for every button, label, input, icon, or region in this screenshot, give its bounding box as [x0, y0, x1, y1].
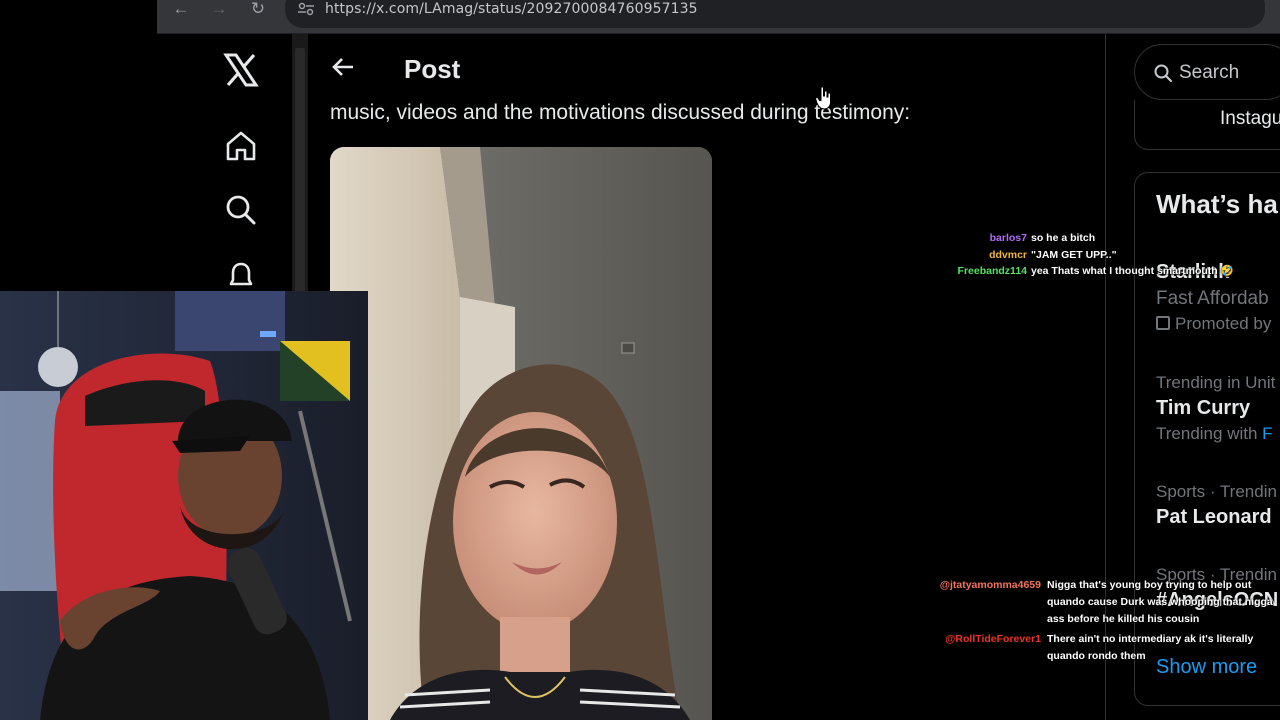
- browser-forward-button[interactable]: →: [207, 0, 231, 18]
- trend-name: Tim Curry: [1156, 397, 1251, 419]
- search-input[interactable]: Search: [1134, 44, 1280, 100]
- chat-text-line: quando rondo them: [1047, 650, 1146, 662]
- back-arrow-icon[interactable]: [330, 54, 356, 80]
- url-text: https://x.com/LAmag/status/2092700084760…: [325, 1, 698, 17]
- x-logo-icon[interactable]: [223, 52, 259, 88]
- chat-text-line: Nigga that's young boy trying to help ou…: [1047, 579, 1252, 591]
- chat-message: ddvmcr "JAM GET UPP..": [960, 247, 1117, 264]
- trending-heading: What’s ha: [1156, 189, 1278, 219]
- trend-name: Pat Leonard: [1156, 506, 1272, 528]
- promo-text: Instagu: [1220, 108, 1280, 129]
- chat-message: barlos7 so he a bitch: [960, 230, 1096, 247]
- mouse-cursor-icon: [815, 86, 833, 110]
- promoted-icon: [1156, 316, 1170, 330]
- chat-text-line: There ain't no intermediary ak it's lite…: [1047, 633, 1254, 645]
- home-icon[interactable]: [223, 128, 259, 164]
- chat-text: so he a bitch: [1031, 232, 1096, 244]
- streamer-webcam: [0, 291, 368, 720]
- chat-message: @jtatyamomma4659 Nigga that's young boy …: [940, 577, 1280, 628]
- promo-card[interactable]: Instagu: [1134, 100, 1280, 150]
- chat-message: @RollTideForever1 There ain't no interme…: [945, 631, 1280, 665]
- browser-back-button[interactable]: ←: [169, 0, 193, 18]
- trend-item[interactable]: Sports · Trendin Pat Leonard: [1156, 482, 1280, 529]
- chat-text-line: ass before he killed his cousin: [1047, 613, 1200, 625]
- notifications-bell-icon[interactable]: [223, 258, 259, 294]
- promoted-label: Promoted by: [1156, 314, 1280, 334]
- trend-description: Fast Affordab: [1156, 288, 1269, 309]
- trend-item[interactable]: Trending in Unit Tim Curry Trending with…: [1156, 373, 1280, 444]
- chat-username: Freebandz114: [957, 265, 1027, 277]
- chat-username: ddvmcr: [989, 249, 1027, 261]
- trend-meta: Trending in Unit: [1156, 373, 1276, 392]
- chat-message: Freebandz114 yea Thats what I thought sma…: [930, 263, 1234, 280]
- post-video[interactable]: [330, 147, 712, 720]
- browser-toolbar: ← → ↻ https://x.com/LAmag/status/2092700…: [157, 0, 1280, 34]
- chat-text: "JAM GET UPP..": [1031, 249, 1117, 261]
- chat-username: @RollTideForever1: [945, 633, 1041, 645]
- address-bar[interactable]: https://x.com/LAmag/status/2092700084760…: [285, 0, 1265, 28]
- chat-text-line: quando cause Durk was whooping that nigg…: [1047, 596, 1273, 608]
- promoted-text: Promoted by: [1175, 314, 1272, 333]
- trend-context: Trending with F: [1156, 424, 1280, 444]
- chat-username: barlos7: [989, 232, 1027, 244]
- main-column: Post music, videos and the motivations d…: [308, 34, 1106, 720]
- browser-reload-button[interactable]: ↻: [246, 0, 270, 18]
- post-header: Post: [308, 34, 1106, 104]
- page-title: Post: [404, 54, 461, 84]
- trend-meta: Sports · Trendin: [1156, 482, 1277, 501]
- chat-username: @jtatyamomma4659: [939, 579, 1041, 591]
- trend-context-text: Trending with: [1156, 424, 1258, 443]
- search-placeholder: Search: [1179, 62, 1240, 83]
- chat-text: yea Thats what I thought smartmouth 🤣: [1031, 265, 1234, 277]
- explore-search-icon[interactable]: [223, 192, 259, 228]
- trend-context-link[interactable]: F: [1262, 424, 1272, 443]
- search-icon: [1153, 63, 1173, 83]
- site-settings-icon[interactable]: [297, 2, 317, 18]
